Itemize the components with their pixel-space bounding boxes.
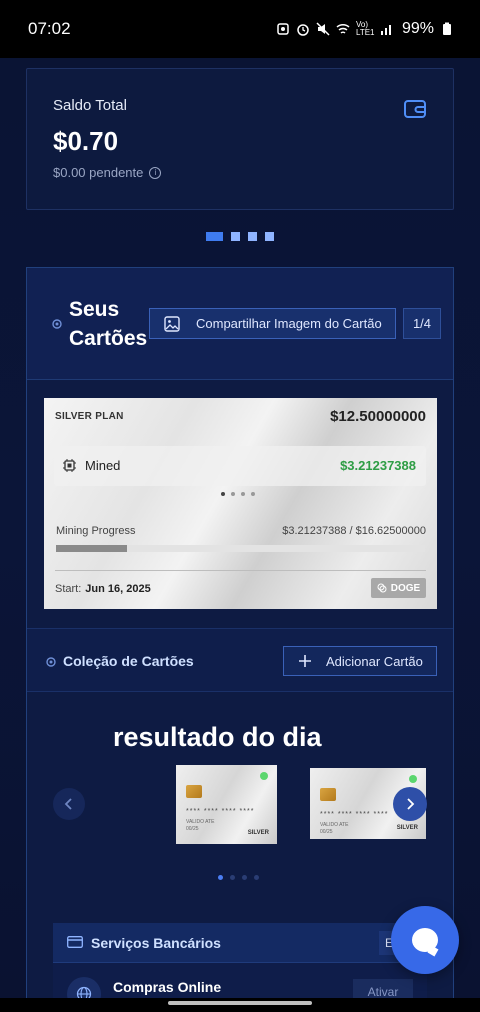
plus-icon: [299, 655, 311, 667]
card-number: **** **** **** ****: [186, 808, 255, 815]
mining-progress-value: $3.21237388 / $16.62500000: [282, 525, 426, 537]
coin-badge: DOGE: [371, 578, 426, 598]
mined-box: Mined $3.21237388: [54, 446, 426, 486]
card-chip: [186, 785, 202, 798]
add-card-button[interactable]: Adicionar Cartão: [283, 646, 437, 676]
status-icons: Vo) LTE1 99%: [276, 20, 454, 38]
card-divider: [55, 570, 426, 571]
card-expiry: 00/25: [320, 829, 333, 835]
balance-pending: $0.00 pendente i: [53, 165, 427, 180]
card-amount: $12.50000000: [330, 408, 426, 425]
carousel-next-button[interactable]: [393, 787, 427, 821]
wifi-icon: [336, 23, 350, 34]
balance-pager: [206, 232, 274, 241]
banking-header: Serviços Bancários Em Breve: [53, 923, 427, 963]
carousel-dots: [218, 875, 259, 880]
card-slide-dot[interactable]: [241, 492, 245, 496]
mute-icon: [316, 22, 330, 36]
card-holder: VALIDO ATE: [320, 822, 349, 828]
pager-dot-1[interactable]: [206, 232, 223, 241]
add-card-label: Adicionar Cartão: [326, 653, 423, 669]
network-label: Vo) LTE1: [355, 20, 375, 37]
card-tier: SILVER: [396, 825, 418, 831]
balance-card[interactable]: Saldo Total $0.70 $0.00 pendente i: [26, 68, 454, 210]
card-tier: SILVER: [247, 830, 269, 836]
card-plan-name: SILVER PLAN: [55, 411, 124, 422]
alarm-icon: [297, 24, 309, 36]
carousel-dot[interactable]: [254, 875, 259, 880]
balance-label: Saldo Total: [53, 97, 127, 114]
card-slide-dot[interactable]: [251, 492, 255, 496]
balance-value: $0.70: [53, 126, 119, 156]
battery-percent: 99%: [401, 20, 434, 37]
status-led: [409, 775, 417, 783]
mined-value: $3.21237388: [340, 458, 416, 473]
image-icon: [164, 315, 180, 332]
chevron-right-icon: [407, 798, 415, 810]
gear-icon: [52, 319, 62, 329]
globe-icon: [67, 977, 101, 998]
carousel-dot[interactable]: [242, 875, 247, 880]
carousel-dot[interactable]: [218, 875, 223, 880]
wallet-icon[interactable]: [403, 97, 427, 121]
mined-label: Mined: [85, 458, 121, 473]
coin-icon: [377, 583, 387, 593]
signal-icon: [380, 25, 391, 35]
activate-button[interactable]: Ativar: [353, 979, 413, 998]
service-name: Compras Online: [113, 979, 222, 995]
status-time: 07:02: [28, 19, 71, 38]
service-row-online-shopping: Compras Online Ativar: [53, 963, 427, 998]
card-slide-dot[interactable]: [231, 492, 235, 496]
home-gesture-handle[interactable]: [168, 1001, 312, 1005]
card-page-indicator: 1/4: [403, 308, 441, 339]
card-slide-dot[interactable]: [221, 492, 225, 496]
chevron-left-icon: [64, 798, 72, 810]
banking-title: Serviços Bancários: [91, 935, 221, 951]
app-screen: Saldo Total $0.70 $0.00 pendente i Seus …: [0, 58, 480, 998]
card-chip: [320, 788, 336, 801]
collection-title: Coleção de Cartões: [63, 653, 194, 669]
cards-title: Seus Cartões: [69, 295, 147, 353]
chat-support-button[interactable]: [391, 906, 459, 974]
carousel-dot[interactable]: [230, 875, 235, 880]
cards-header: Seus Cartões Compartilhar Imagem do Cart…: [27, 268, 453, 380]
daily-result-title: resultado do dia: [113, 722, 322, 752]
coin-label: DOGE: [390, 582, 421, 594]
mining-progress-fill: [56, 545, 128, 552]
banking-services: Serviços Bancários Em Breve Compras Onli…: [53, 923, 427, 998]
card-expiry: 00/25: [186, 826, 199, 832]
chat-bubble-icon: [412, 928, 438, 952]
pager-dot-3[interactable]: [248, 232, 257, 241]
system-nav-bar: [0, 998, 480, 1012]
start-label: Start:: [55, 583, 82, 595]
card-number: **** **** **** ****: [320, 811, 389, 818]
screenshot-icon: [277, 23, 289, 35]
card-holder: VALIDO ATE: [186, 819, 215, 825]
silver-plan-card[interactable]: SILVER PLAN $12.50000000 Mined $3.212373…: [44, 398, 437, 609]
credit-card-icon: [67, 936, 83, 948]
gear-icon: [46, 657, 56, 667]
status-bar: 07:02 Vo) LTE1 99%: [0, 0, 480, 58]
carousel-card[interactable]: **** **** **** **** VALIDO ATE 00/25 SIL…: [176, 765, 277, 844]
card-start: Start: Jun 16, 2025: [55, 583, 151, 595]
cards-title-line2: Cartões: [69, 327, 148, 350]
mining-progress-label: Mining Progress: [56, 525, 136, 537]
info-icon[interactable]: i: [149, 166, 162, 179]
share-card-image-button[interactable]: Compartilhar Imagem do Cartão: [149, 308, 396, 339]
pager-dot-4[interactable]: [265, 232, 274, 241]
battery-icon: [443, 22, 451, 35]
status-led: [260, 772, 268, 780]
chip-icon: [63, 459, 76, 472]
cards-panel: Seus Cartões Compartilhar Imagem do Cart…: [26, 267, 454, 998]
share-button-label: Compartilhar Imagem do Cartão: [196, 316, 382, 331]
carousel-prev-button[interactable]: [53, 788, 85, 820]
card-collection-bar: Coleção de Cartões Adicionar Cartão: [27, 628, 453, 692]
cards-title-line1: Seus: [69, 298, 120, 321]
mining-progress-bar: [56, 545, 425, 552]
pending-text: $0.00 pendente: [53, 165, 144, 180]
start-date: Jun 16, 2025: [85, 583, 151, 595]
pager-dot-2[interactable]: [231, 232, 240, 241]
card-slide-dots: [221, 492, 255, 496]
